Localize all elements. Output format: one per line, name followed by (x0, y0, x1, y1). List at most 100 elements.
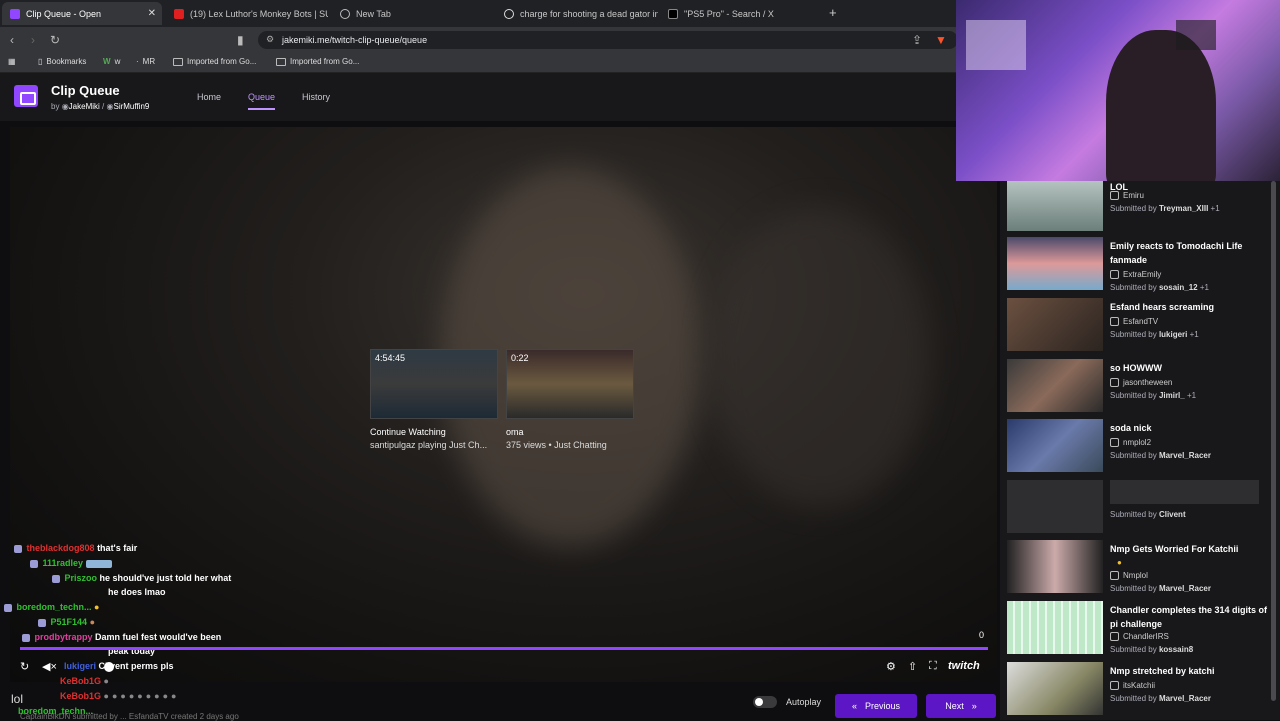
chat-username: lukigeri (64, 661, 97, 671)
url-field[interactable]: ⚙ jakemiki.me/twitch-clip-queue/queue (258, 31, 958, 49)
share-icon[interactable]: ⇪ (912, 33, 922, 47)
video-player[interactable]: 4:54:45 Continue Watching santipulgaz pl… (10, 127, 997, 682)
mr-logo-icon: · (136, 57, 139, 66)
chat-text: he does lmao (108, 587, 166, 597)
bookmark-imported-1[interactable]: Imported from Go... (173, 57, 256, 66)
site-settings-icon[interactable]: ⚙ (266, 34, 274, 45)
queue-item[interactable]: Emily reacts to Tomodachi Life fanmade E… (1007, 237, 1273, 292)
queue-item-title: Emily reacts to Tomodachi Life fanmade (1110, 241, 1243, 265)
chat-message: KeBob1G ●●●●●●●●● (60, 691, 179, 701)
queue-thumbnail (1007, 662, 1103, 715)
queue-item[interactable]: Nmp stretched by katchi itsKatchii Submi… (1007, 662, 1273, 717)
chat-badge-icon (22, 633, 30, 642)
x-favicon-icon (668, 8, 678, 19)
tab-clip-queue[interactable]: Clip Queue - Open ✕ (2, 2, 162, 25)
queue-item-submitter: Submitted by Jimirl_ +1 (1110, 391, 1197, 400)
nav-queue[interactable]: Queue (248, 92, 276, 110)
video-duration: 0:22 (511, 353, 529, 363)
bookmark-page-icon[interactable]: ▮ (237, 33, 244, 47)
tab-youtube[interactable]: (19) Lex Luthor's Monkey Bots | SUP (166, 2, 328, 25)
youtube-favicon-icon (174, 8, 184, 19)
queue-item[interactable]: Esfand hears screaming EsfandTV Submitte… (1007, 298, 1273, 353)
bookmark-bookmarks[interactable]: ▯ Bookmarks (38, 57, 86, 66)
close-tab-icon[interactable]: ✕ (148, 8, 156, 19)
clip-queue-logo-icon[interactable] (14, 85, 38, 107)
settings-gear-icon[interactable]: ⚙ (886, 660, 896, 673)
chat-username: boredom_techn... (16, 602, 92, 612)
reload-icon[interactable]: ↻ (50, 33, 60, 47)
author-sirmuffin9[interactable]: SirMuffin9 (113, 102, 149, 111)
chat-emote-icon (85, 559, 112, 568)
queue-item-submitter: Submitted by Marvel_Racer (1110, 451, 1211, 460)
queue-item-title: soda nick (1110, 423, 1152, 433)
queue-item-channel: itsKatchii (1110, 681, 1155, 690)
next-button[interactable]: Next » (926, 694, 996, 718)
fullscreen-icon[interactable]: ⛶ (929, 660, 937, 673)
url-text: jakemiki.me/twitch-clip-queue/queue (282, 35, 428, 45)
folder-icon (276, 57, 286, 66)
queue-item[interactable]: Chandler completes the 314 digits of pi … (1007, 601, 1273, 656)
tab-new-tab[interactable]: New Tab (332, 2, 494, 25)
video-card-subtitle: 375 views • Just Chatting (506, 440, 607, 450)
bookmark-mr[interactable]: · MR (136, 57, 155, 66)
previous-arrows-icon: « (851, 701, 857, 711)
twitch-logo[interactable]: twitch (948, 660, 980, 672)
queue-item[interactable]: LOL Emiru Submitted by Treyman_XIII +1 (1007, 181, 1273, 233)
w-logo-icon: W (103, 57, 111, 66)
queue-item-submitter: Submitted by lukigeri +1 (1110, 330, 1199, 339)
queue-item-channel: nmplol2 (1110, 438, 1151, 447)
queue-item-submitter: Submitted by Marvel_Racer (1110, 584, 1211, 593)
streamer-webcam (956, 0, 1280, 181)
chat-text: Damn fuel fest would've been (95, 632, 222, 642)
suggested-video-card[interactable]: 4:54:45 Continue Watching santipulgaz pl… (370, 349, 498, 450)
queue-item[interactable]: so HOWWW jasontheween Submitted by Jimir… (1007, 359, 1273, 414)
suggested-video-card[interactable]: 0:22 oma 375 views • Just Chatting (506, 349, 634, 450)
chat-text: he should've just told her what (99, 573, 232, 583)
replay-icon[interactable]: ↻ (20, 660, 29, 673)
author-jakemiki[interactable]: JakeMiki (69, 102, 100, 111)
chat-message: 111radley (30, 558, 114, 568)
queue-item-channel: EsfandTV (1110, 317, 1158, 326)
queue-item[interactable]: Nmp Gets Worried For Katchii ● Nmplol Su… (1007, 540, 1273, 595)
queue-thumbnail (1007, 298, 1103, 351)
queue-scrollbar[interactable] (1271, 181, 1276, 701)
apps-grid-icon[interactable]: ▦ (8, 57, 16, 66)
share-icon[interactable]: ⇧ (908, 660, 917, 673)
back-arrow-icon[interactable]: ‹ (10, 33, 14, 47)
emoji-icon: ● (1117, 558, 1122, 567)
queue-item[interactable]: soda nick nmplol2 Submitted by Marvel_Ra… (1007, 419, 1273, 474)
bookmark-imported-2[interactable]: Imported from Go... (276, 57, 359, 66)
tab-x-search[interactable]: "PS5 Pro" - Search / X (660, 2, 822, 25)
queue-thumbnail (1007, 419, 1103, 472)
shield-favicon-icon (340, 8, 350, 19)
webcam-person-shape (1106, 30, 1216, 181)
queue-item-title: Nmp stretched by katchi (1110, 666, 1215, 676)
queue-item-submitter: Submitted by sosain_12 +1 (1110, 283, 1209, 292)
chat-message: P51F144 ● (38, 617, 95, 627)
bookmark-w[interactable]: Ww (103, 57, 120, 66)
queue-item[interactable]: Submitted by Clivent (1007, 480, 1273, 535)
new-tab-button[interactable]: + (829, 5, 837, 20)
chat-username: prodbytrappy (34, 632, 93, 642)
queue-item-channel: Emiru (1110, 191, 1144, 200)
queue-item-title: Chandler completes the 314 digits of pi … (1110, 605, 1268, 629)
forward-arrow-icon[interactable]: › (31, 33, 35, 47)
chat-username: KeBob1G (60, 676, 102, 686)
next-arrows-icon: » (971, 701, 977, 711)
nav-home[interactable]: Home (197, 92, 221, 102)
previous-button[interactable]: « Previous (835, 694, 917, 718)
queue-item-title: so HOWWW (1110, 363, 1162, 373)
tab-google-search[interactable]: charge for shooting a dead gator in l (496, 2, 658, 25)
queue-item-channel: jasontheween (1110, 378, 1172, 387)
progress-bar[interactable] (20, 647, 988, 650)
nav-history[interactable]: History (302, 92, 330, 102)
volume-muted-icon[interactable]: ◀× (42, 660, 57, 673)
brave-shield-icon[interactable]: ▼ (935, 33, 947, 47)
chat-badge-icon (4, 603, 12, 612)
autoplay-toggle[interactable] (753, 696, 777, 708)
chat-emote-row-icon: ●●●●●●●●● (103, 691, 180, 701)
queue-title-placeholder (1110, 480, 1259, 504)
tab-title: (19) Lex Luthor's Monkey Bots | SUP (190, 8, 328, 19)
volume-slider-handle[interactable] (104, 662, 114, 672)
app-header: Clip Queue by ◉JakeMiki / ◉SirMuffin9 Ho… (0, 73, 1000, 121)
